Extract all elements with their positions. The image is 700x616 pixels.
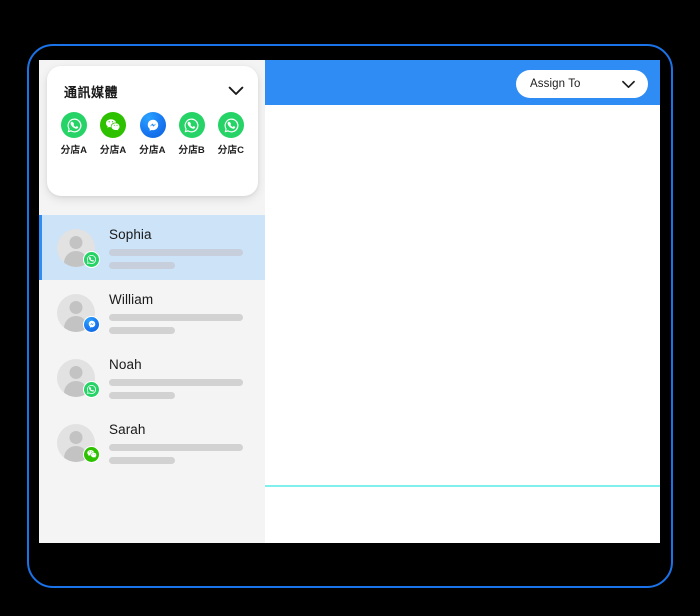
- channel-selector-card: 通訊媒體 分店A 分店A 分店A 分店B 分店C: [47, 66, 258, 196]
- contact-name: Noah: [109, 356, 142, 372]
- messenger-icon: [83, 315, 100, 333]
- whatsapp-icon: [83, 250, 100, 268]
- conversation-divider: [265, 485, 660, 487]
- main-content-pane: Assign To: [265, 60, 660, 543]
- avatar: [57, 228, 100, 268]
- contact-list: Sophia William Noah Sarah: [39, 215, 265, 475]
- message-placeholder-bar: [109, 378, 243, 386]
- assign-to-dropdown[interactable]: Assign To: [516, 70, 648, 98]
- message-placeholder-bar: [109, 456, 175, 464]
- channel-item[interactable]: 分店A: [95, 112, 131, 156]
- channel-label: 分店B: [178, 145, 205, 156]
- contact-list-item[interactable]: Noah: [39, 345, 265, 410]
- channel-label: 分店A: [60, 145, 88, 156]
- channel-item[interactable]: 分店B: [174, 112, 210, 156]
- avatar: [57, 293, 100, 333]
- channel-list: 分店A 分店A 分店A 分店B 分店C: [56, 112, 249, 156]
- avatar: [57, 423, 100, 463]
- channel-label: 分店A: [139, 145, 166, 156]
- contact-list-item[interactable]: Sophia: [39, 215, 265, 280]
- contact-name: William: [109, 291, 154, 307]
- channel-label: 分店A: [100, 145, 127, 156]
- whatsapp-icon: [83, 380, 100, 398]
- wechat-icon: [100, 112, 127, 138]
- whatsapp-icon: [178, 112, 205, 138]
- app-window: 通訊媒體 分店A 分店A 分店A 分店B 分店C Sophia William …: [39, 60, 660, 543]
- assign-to-label: Assign To: [530, 78, 581, 90]
- avatar: [57, 358, 100, 398]
- channel-card-title: 通訊媒體: [64, 84, 119, 100]
- whatsapp-icon: [61, 112, 87, 138]
- message-placeholder-bar: [109, 443, 243, 451]
- conversation-header-bar: Assign To: [265, 60, 660, 105]
- message-placeholder-bar: [109, 313, 243, 321]
- contact-text: William: [109, 292, 265, 334]
- contact-name: Sophia: [109, 226, 152, 242]
- channel-item[interactable]: 分店A: [135, 112, 171, 156]
- sidebar: 通訊媒體 分店A 分店A 分店A 分店B 分店C Sophia William …: [39, 60, 265, 543]
- messenger-icon: [139, 112, 166, 138]
- contact-list-item[interactable]: Sarah: [39, 410, 265, 475]
- channel-card-header: 通訊媒體: [47, 80, 258, 102]
- contact-text: Sophia: [109, 227, 265, 269]
- contact-text: Sarah: [109, 422, 265, 464]
- contact-name: Sarah: [109, 421, 146, 437]
- message-placeholder-bar: [109, 391, 175, 399]
- contact-text: Noah: [109, 357, 265, 399]
- message-placeholder-bar: [109, 326, 175, 334]
- wechat-icon: [83, 445, 100, 463]
- contact-list-item[interactable]: William: [39, 280, 265, 345]
- chevron-down-icon: [621, 80, 636, 89]
- message-placeholder-bar: [109, 261, 175, 269]
- whatsapp-icon: [218, 112, 244, 138]
- channel-label: 分店C: [217, 145, 245, 156]
- chevron-down-icon[interactable]: [228, 86, 244, 96]
- channel-item[interactable]: 分店C: [213, 112, 249, 156]
- message-placeholder-bar: [109, 248, 243, 256]
- channel-item[interactable]: 分店A: [56, 112, 92, 156]
